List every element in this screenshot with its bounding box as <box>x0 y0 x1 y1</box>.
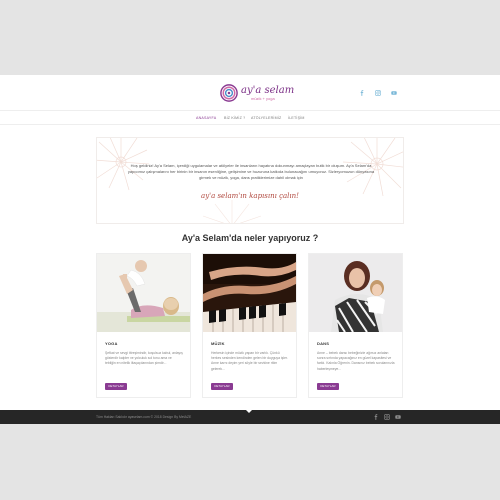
details-button-music[interactable]: DETAYLAR <box>211 383 233 390</box>
card-yoga: YOGA Şefkat ve sevgi titreşimindir, koşu… <box>96 253 191 398</box>
main-nav: ANASAYFA BİZ KİMİZ ? ATÖLYELERİMİZ İLETİ… <box>0 111 500 125</box>
copyright-text: Tüm Hakları Saklıdır ayaselam.com © 2018… <box>96 415 192 419</box>
card-dance: DANS Anne – bebek dansı bebeğinizle ağır… <box>308 253 403 398</box>
youtube-icon[interactable] <box>395 414 401 420</box>
card-title-yoga: YOGA <box>105 341 118 346</box>
section-title-rest: neler yapıyoruz ? <box>241 233 319 243</box>
card-text-dance: Anne – bebek dansı bebeğinizle ağırsız a… <box>317 351 395 371</box>
section-title-highlight: Ay'a Selam'da <box>181 233 242 243</box>
yoga-photo[interactable] <box>97 254 190 332</box>
nav-item-workshops[interactable]: ATÖLYELERİMİZ <box>251 116 281 120</box>
details-button-dance[interactable]: DETAYLAR <box>317 383 339 390</box>
card-text-yoga: Şefkat ve sevgi titreşimindir, koşulsuz … <box>105 351 183 366</box>
nav-item-contact[interactable]: İLETİŞİM <box>288 116 305 120</box>
card-text-music: Herkesin içinde müzik yapan bir varlık. … <box>211 351 288 371</box>
instagram-icon[interactable] <box>384 414 390 420</box>
site-footer: Tüm Hakları Saklıdır ayaselam.com © 2018… <box>0 409 500 424</box>
card-music: MÜZİK Herkesin içinde müzik yapan bir va… <box>202 253 297 398</box>
facebook-icon[interactable] <box>373 414 379 420</box>
intro-box: Hoş geldiniz! Ay'a Selam, içerdiği uygul… <box>96 137 404 224</box>
web-page: ay'a selam müzik + yoga ANASAYFA BİZ KİM… <box>0 75 500 424</box>
card-title-dance: DANS <box>317 341 330 346</box>
site-logo[interactable]: ay'a selam müzik + yoga <box>220 83 294 103</box>
youtube-icon[interactable] <box>391 90 397 96</box>
site-header: ay'a selam müzik + yoga <box>0 75 500 111</box>
facebook-icon[interactable] <box>359 90 365 96</box>
details-button-yoga[interactable]: DETAYLAR <box>105 383 127 390</box>
intro-text: Hoş geldiniz! Ay'a Selam, içerdiği uygul… <box>127 163 375 181</box>
scroll-top-notch[interactable] <box>245 409 253 413</box>
logo-tagline: müzik + yoga <box>251 95 275 101</box>
nav-item-about[interactable]: BİZ KİMİZ ? <box>224 116 245 120</box>
piano-photo[interactable] <box>203 254 296 332</box>
nav-item-home[interactable]: ANASAYFA <box>196 116 216 120</box>
spiral-logo-icon <box>220 84 238 102</box>
dance-photo[interactable] <box>309 254 402 332</box>
intro-slogan: ay'a selam'ın kapısını çalın! <box>201 192 299 200</box>
instagram-icon[interactable] <box>375 90 381 96</box>
logo-name: ay'a selam <box>241 84 295 96</box>
card-title-music: MÜZİK <box>211 341 225 346</box>
section-title: Ay'a Selam'da neler yapıyoruz ? <box>0 233 500 243</box>
decorative-burst-bottom <box>202 200 262 223</box>
